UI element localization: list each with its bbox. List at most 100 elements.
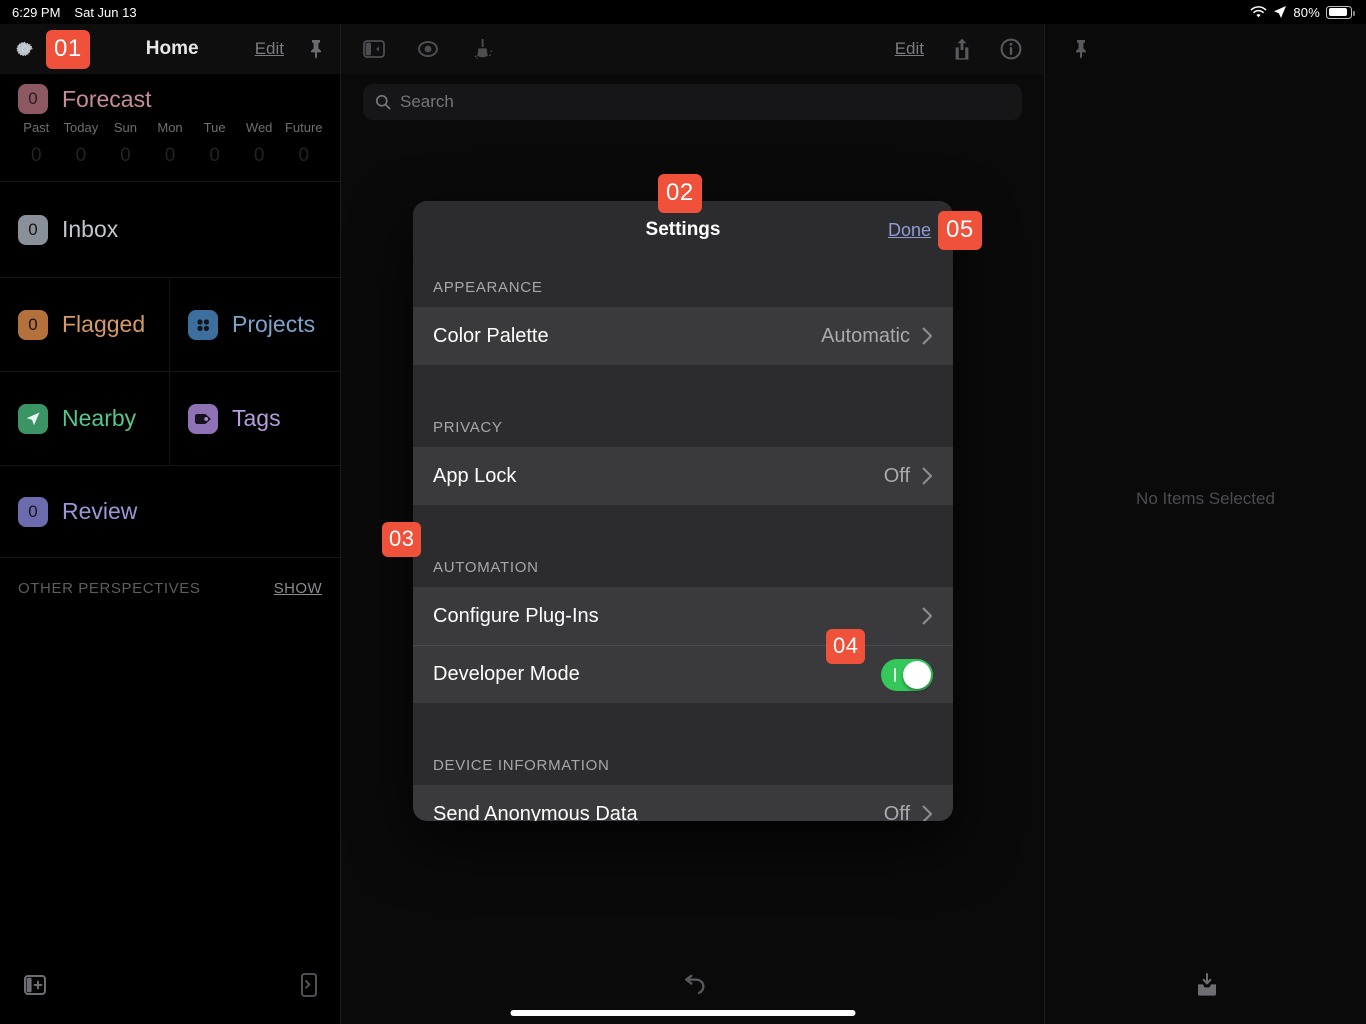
- forecast-day-count: 0: [164, 145, 176, 166]
- section-header-privacy: PRIVACY: [413, 399, 953, 447]
- flagged-count-badge: 0: [18, 309, 48, 340]
- sidebar-header: 01 Home Edit: [0, 24, 340, 74]
- tags-label: Tags: [232, 405, 281, 431]
- perspective-forecast[interactable]: 0 Forecast Past 0 Today 0 Sun 0 Mon 0 Tu…: [0, 74, 340, 182]
- forecast-day[interactable]: Sun 0: [103, 120, 148, 167]
- battery-percent: 80%: [1293, 4, 1320, 20]
- status-bar: 6:29 PM Sat Jun 13 80%: [0, 0, 1366, 24]
- forecast-day-label: Tue: [203, 120, 226, 135]
- search-icon: [375, 94, 391, 110]
- forecast-day[interactable]: Future 0: [281, 120, 326, 167]
- forecast-day[interactable]: Wed 0: [237, 120, 282, 167]
- forecast-day-label: Future: [284, 120, 323, 135]
- forecast-day[interactable]: Tue 0: [192, 120, 237, 167]
- middle-edit-button[interactable]: Edit: [895, 39, 924, 59]
- sidebar-item-tags[interactable]: Tags: [170, 372, 340, 465]
- settings-row-developer-mode[interactable]: Developer Mode: [413, 645, 953, 703]
- row-label: Configure Plug-Ins: [433, 604, 599, 627]
- review-row: 0 Review: [0, 496, 155, 527]
- sidebar-item-flagged[interactable]: 0 Flagged: [0, 278, 170, 371]
- search-bar[interactable]: Search: [363, 84, 1022, 120]
- other-perspectives-show-button[interactable]: SHOW: [274, 580, 322, 597]
- status-bar-right: 80%: [1250, 5, 1366, 20]
- wifi-icon: [1250, 5, 1267, 19]
- callout-badge-03: 03: [382, 522, 422, 557]
- section-gap: [413, 365, 953, 399]
- row-label: Send Anonymous Data: [433, 802, 638, 822]
- forecast-label: Forecast: [62, 85, 152, 112]
- chevron-right-icon: [922, 467, 933, 485]
- sidebar-item-projects[interactable]: Projects: [170, 278, 340, 371]
- forecast-day-count: 0: [120, 145, 131, 166]
- status-bar-left: 6:29 PM Sat Jun 13: [0, 5, 137, 20]
- sidebar-add-icon[interactable]: [22, 972, 48, 998]
- row-label: App Lock: [433, 464, 517, 487]
- bottom-bar: [0, 946, 1366, 1024]
- sidebar-item-inbox[interactable]: 0 Inbox: [0, 182, 340, 278]
- inbox-row: 0 Inbox: [0, 214, 136, 245]
- search-input[interactable]: Search: [400, 92, 454, 112]
- inbox-add-icon[interactable]: [1194, 971, 1220, 999]
- projects-icon: [188, 309, 218, 340]
- broom-cleanup-icon[interactable]: [471, 37, 495, 61]
- pin-icon[interactable]: [306, 38, 326, 60]
- forecast-day-label: Sun: [113, 120, 138, 135]
- row-label: Color Palette: [433, 324, 549, 347]
- battery-icon: [1326, 5, 1355, 19]
- toggle-on-bar: [894, 667, 896, 682]
- sidebar-edit-button[interactable]: Edit: [255, 39, 284, 59]
- inbox-count-badge: 0: [18, 214, 48, 245]
- settings-row-configure-plugins[interactable]: Configure Plug-Ins: [413, 587, 953, 645]
- row-value: Automatic: [821, 324, 910, 347]
- developer-mode-toggle[interactable]: [881, 658, 933, 691]
- forecast-day[interactable]: Mon 0: [148, 120, 193, 167]
- toggle-knob: [903, 660, 931, 689]
- right-toolbar: [1045, 24, 1366, 74]
- callout-badge-01: 01: [46, 29, 90, 69]
- row-value: Off: [883, 464, 910, 487]
- chevron-right-icon: [922, 607, 933, 625]
- settings-done-button[interactable]: Done: [888, 220, 931, 241]
- forecast-day-label: Mon: [157, 120, 183, 135]
- callout-badge-04: 04: [826, 629, 866, 664]
- pin-icon[interactable]: [1071, 38, 1091, 60]
- other-perspectives-title: OTHER PERSPECTIVES: [18, 580, 201, 597]
- forecast-count-badge: 0: [18, 84, 48, 114]
- eye-view-icon[interactable]: [417, 39, 439, 59]
- callout-badge-05: 05: [938, 211, 982, 250]
- projects-label: Projects: [232, 311, 316, 337]
- location-arrow-icon: [1273, 5, 1287, 19]
- row-label: Developer Mode: [433, 663, 580, 685]
- tags-icon: [188, 403, 218, 434]
- section-header-device-information: DEVICE INFORMATION: [413, 737, 953, 785]
- sidebar: 01 Home Edit 0 Forecast Past 0 Today 0 S…: [0, 24, 340, 1024]
- section-header-automation: AUTOMATION: [413, 539, 953, 587]
- forecast-day-count: 0: [75, 145, 87, 166]
- projects-row: Projects: [170, 309, 333, 340]
- chevron-right-icon: [922, 327, 933, 345]
- status-bar-date: Sat Jun 13: [74, 4, 137, 20]
- settings-row-send-anonymous-data[interactable]: Send Anonymous Data Off: [413, 785, 953, 821]
- gear-icon[interactable]: [14, 38, 36, 60]
- forecast-day[interactable]: Past 0: [14, 120, 59, 167]
- forecast-day-count: 0: [209, 145, 220, 166]
- sidebar-grid-row-2: Nearby Tags: [0, 372, 340, 466]
- status-bar-time: 6:29 PM: [12, 4, 61, 20]
- right-bottom-bar: [1047, 946, 1366, 1024]
- info-icon[interactable]: [1000, 38, 1022, 60]
- settings-row-app-lock[interactable]: App Lock Off: [413, 447, 953, 505]
- sidebar-item-nearby[interactable]: Nearby: [0, 372, 170, 465]
- forecast-day[interactable]: Today 0: [59, 120, 104, 167]
- callout-badge-02: 02: [658, 174, 702, 213]
- sidebar-toggle-icon[interactable]: [363, 39, 385, 59]
- share-icon[interactable]: [952, 37, 972, 61]
- console-icon[interactable]: [300, 972, 318, 998]
- nearby-icon: [18, 403, 48, 434]
- settings-row-color-palette[interactable]: Color Palette Automatic: [413, 307, 953, 365]
- forecast-row[interactable]: 0 Forecast: [0, 84, 340, 114]
- row-value: Off: [883, 802, 910, 822]
- undo-icon[interactable]: [679, 971, 709, 999]
- sidebar-bottom-bar: [0, 946, 340, 1024]
- sidebar-item-review[interactable]: 0 Review: [0, 466, 340, 558]
- section-header-appearance: APPEARANCE: [413, 259, 953, 307]
